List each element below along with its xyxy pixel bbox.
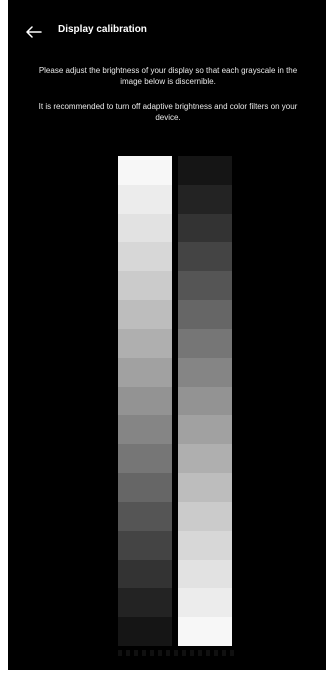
grayscale-step-right-12 (178, 473, 232, 503)
grayscale-step-left-10 (118, 415, 172, 445)
display-calibration-screen: Display calibration Please adjust the br… (8, 0, 326, 670)
grayscale-step-right-17 (178, 617, 232, 647)
grayscale-step-right-3 (178, 213, 232, 243)
grayscale-footer (118, 650, 234, 656)
grayscale-step-right-11 (178, 444, 232, 474)
back-button[interactable] (22, 20, 46, 44)
grayscale-step-left-2 (118, 184, 172, 215)
page-title: Display calibration (58, 24, 147, 35)
grayscale-strip-dark-to-light (178, 156, 232, 647)
grayscale-step-left-1 (118, 156, 172, 186)
grayscale-step-right-1 (178, 156, 232, 186)
grayscale-step-right-2 (178, 184, 232, 215)
header: Display calibration (8, 18, 326, 46)
grayscale-step-left-3 (118, 213, 172, 243)
grayscale-step-left-7 (118, 328, 172, 359)
grayscale-step-right-5 (178, 271, 232, 301)
grayscale-step-left-14 (118, 530, 172, 561)
instruction-text: Please adjust the brightness of your dis… (38, 66, 298, 86)
grayscale-step-right-7 (178, 328, 232, 359)
grayscale-step-left-11 (118, 444, 172, 474)
grayscale-step-left-5 (118, 271, 172, 301)
grayscale-step-left-13 (118, 501, 172, 532)
grayscale-step-right-4 (178, 242, 232, 272)
grayscale-step-left-8 (118, 357, 172, 388)
grayscale-step-right-13 (178, 501, 232, 532)
grayscale-step-right-9 (178, 386, 232, 416)
grayscale-step-right-14 (178, 530, 232, 561)
grayscale-step-left-12 (118, 473, 172, 503)
arrow-left-icon (26, 26, 42, 38)
grayscale-step-right-10 (178, 415, 232, 445)
grayscale-step-left-6 (118, 300, 172, 330)
grayscale-step-right-6 (178, 300, 232, 330)
recommendation-text: It is recommended to turn off adaptive b… (38, 102, 298, 122)
grayscale-step-right-16 (178, 588, 232, 618)
grayscale-step-right-15 (178, 559, 232, 589)
grayscale-step-left-17 (118, 617, 172, 647)
grayscale-strip-light-to-dark (118, 156, 172, 647)
grayscale-step-left-9 (118, 386, 172, 416)
grayscale-step-left-4 (118, 242, 172, 272)
grayscale-step-left-16 (118, 588, 172, 618)
grayscale-step-left-15 (118, 559, 172, 589)
grayscale-step-right-8 (178, 357, 232, 388)
grayscale-calibration-image (118, 156, 234, 647)
